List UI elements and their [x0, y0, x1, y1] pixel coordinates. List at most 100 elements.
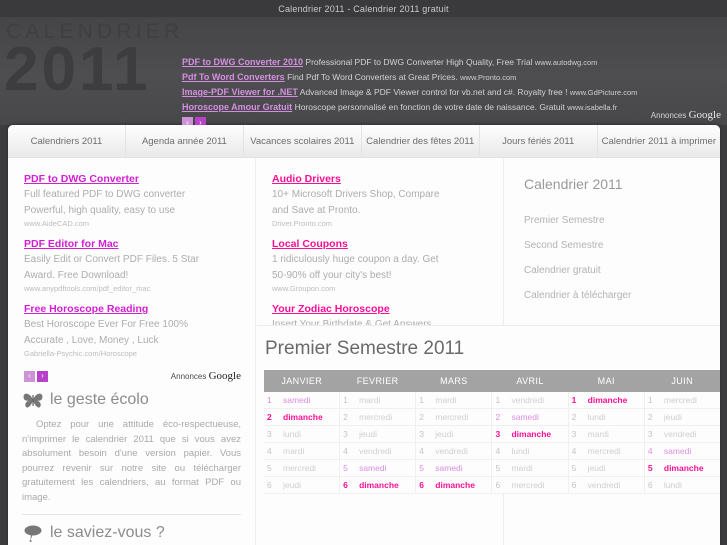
calendar-day-cell: 5 mercredi	[264, 459, 341, 477]
day-name: mercredi	[511, 480, 545, 490]
left-column: PDF to DWG Converter Full featured PDF t…	[8, 158, 256, 545]
day-number: 2	[571, 412, 577, 422]
header-ad-row: Image-PDF Viewer for .NET Advanced Image…	[182, 85, 672, 100]
day-number: 3	[267, 429, 272, 439]
ad-unit: Audio Drivers 10+ Microsoft Drivers Shop…	[272, 171, 491, 230]
header-ad-url: www.autodwg.com	[534, 58, 598, 67]
ad-desc-line: Full featured PDF to DWG converter	[24, 189, 186, 200]
sidebar-link-calendrier-a-telecharger[interactable]: Calendrier à télécharger	[524, 283, 718, 308]
tab-calendrier-2011-a-imprimer[interactable]: Calendrier 2011 à imprimer	[598, 125, 720, 157]
header-ad-title-link[interactable]: Image-PDF Viewer for .NET	[182, 87, 298, 97]
column-header-juin: JUIN	[644, 370, 720, 392]
calendar-day-cell: 3 jeudi	[415, 425, 493, 443]
chevron-left-icon[interactable]: ‹	[182, 117, 193, 125]
day-name: mardi	[587, 429, 609, 439]
calendar-day-cell: 4 samedi	[644, 442, 720, 460]
day-number: 6	[495, 480, 501, 490]
ad-url: www.AideCAD.com	[24, 219, 90, 228]
article-heading: le geste écolo	[22, 388, 241, 412]
annonces-google-label: Annonces Google	[171, 370, 241, 382]
ad-title-link[interactable]: PDF to DWG Converter	[24, 171, 243, 187]
day-number: 2	[267, 412, 272, 422]
sidebar-link-calendrier-gratuit[interactable]: Calendrier gratuit	[524, 258, 718, 283]
tab-jours-feries-2011[interactable]: Jours fériés 2011	[480, 125, 598, 157]
chevron-left-icon[interactable]: ‹	[24, 370, 35, 382]
ad-title-link[interactable]: Your Zodiac Horoscope	[272, 301, 491, 317]
day-name: jeudi	[435, 429, 454, 439]
site-header: CALENDRIER 2011 PDF to DWG Converter 201…	[0, 17, 727, 125]
day-name: mardi	[283, 446, 305, 456]
ad-desc-line: Powerful, high quality, easy to use	[24, 204, 176, 216]
left-ad-block: PDF to DWG Converter Full featured PDF t…	[8, 158, 255, 360]
day-name: jeudi	[359, 429, 378, 439]
calendar-day-cell: 4 mardi	[264, 442, 341, 460]
left-ad-pager: ‹ ›	[24, 370, 48, 382]
header-ad-row: Pdf To Word Converters Find Pdf To Word …	[182, 70, 672, 85]
chevron-right-icon[interactable]: ›	[195, 117, 206, 125]
day-name: dimanche	[359, 480, 399, 490]
ad-desc-line: Easily Edit or Convert PDF Files. 5 Star	[24, 254, 200, 265]
column-header-mai: MAI	[568, 370, 645, 392]
tab-vacances-scolaires-2011[interactable]: Vacances scolaires 2011	[244, 125, 362, 157]
day-number: 3	[419, 429, 424, 439]
calendar-day-cell: 5 jeudi	[568, 459, 645, 477]
chevron-right-icon[interactable]: ›	[37, 370, 48, 382]
google-wordmark: Google	[208, 370, 241, 382]
tab-label: Jours fériés 2011	[502, 135, 575, 147]
ad-url: www.Groupon.com	[272, 284, 336, 293]
header-ad-desc: Find Pdf To Word Converters at Great Pri…	[287, 72, 458, 82]
ad-title-link[interactable]: Local Coupons	[272, 236, 491, 252]
annonces-label: Annonces	[170, 372, 207, 381]
tab-calendrier-des-fetes-2011[interactable]: Calendrier des fêtes 2011	[362, 125, 480, 157]
table-row: 5 mercredi 5 samedi 5 samedi 5 mardi 5 jeudi 5 dima…	[264, 459, 720, 477]
main-navigation-tabs: Calendriers 2011 Agenda année 2011 Vacan…	[8, 125, 720, 158]
calendar-day-cell: 4 vendredi	[339, 442, 417, 460]
day-name: samedi	[283, 395, 311, 405]
site-logo[interactable]: CALENDRIER 2011	[4, 19, 189, 101]
tab-calendriers-2011[interactable]: Calendriers 2011	[8, 125, 126, 157]
semester-calendar-table: JANVIER FEVRIER MARS AVRIL MAI JUIN 1 sam…	[264, 370, 720, 494]
day-name: dimanche	[435, 480, 475, 490]
article-body: Optez pour une attitude éco-respectueuse…	[22, 419, 241, 503]
calendar-section-title: Premier Semestre 2011	[265, 338, 465, 359]
header-ad-title-link[interactable]: Pdf To Word Converters	[182, 72, 285, 82]
ad-title-link[interactable]: Audio Drivers	[272, 171, 491, 187]
ad-title-link[interactable]: Free Horoscope Reading	[24, 301, 243, 317]
table-row: 1 samedi 1 mardi 1 mardi 1 vendredi 1 dimanche 1 me…	[264, 392, 720, 409]
day-number: 1	[647, 395, 653, 405]
header-ad-title-link[interactable]: Horoscope Amour Gratuit	[182, 102, 292, 112]
calendar-day-cell: 6 dimanche	[339, 476, 417, 494]
day-number: 4	[267, 446, 272, 456]
article-heading: le saviez-vous ?	[22, 521, 241, 545]
sidebar-link-second-semestre[interactable]: Second Semestre	[524, 233, 718, 258]
sidebar-link-premier-semestre[interactable]: Premier Semestre	[524, 208, 718, 233]
calendar-day-cell: 3 mardi	[568, 425, 645, 443]
calendar-day-cell: 2 samedi	[491, 408, 569, 426]
tab-label: Calendrier des fêtes 2011	[366, 135, 475, 147]
browser-title-bar: Calendrier 2011 - Calendrier 2011 gratui…	[0, 0, 727, 17]
calendar-day-cell: 3 jeudi	[339, 425, 417, 443]
article-le-saviez-vous: le saviez-vous ? Le calendrier en vigueu…	[8, 515, 255, 545]
calendar-body: 1 samedi 1 mardi 1 mardi 1 vendredi 1 dimanche 1 me…	[264, 392, 720, 494]
ad-desc-line: 10+ Microsoft Drivers Shop, Compare	[272, 189, 440, 200]
tab-label: Calendriers 2011	[30, 135, 103, 147]
ad-title-link[interactable]: PDF Editor for Mac	[24, 236, 243, 252]
day-name: mercredi	[663, 395, 697, 405]
calendar-day-cell: 4 lundi	[491, 442, 569, 460]
speech-bubble-icon	[22, 524, 44, 542]
table-row: 2 dimanche 2 mercredi 2 mercredi 2 samedi 2 lundi…	[264, 408, 720, 426]
header-ad-title-link[interactable]: PDF to DWG Converter 2010	[182, 57, 303, 67]
day-name: vendredi	[663, 429, 697, 439]
calendar-day-cell: 6 lundi	[644, 476, 720, 494]
calendar-day-cell: 1 vendredi	[491, 392, 569, 409]
day-name: samedi	[435, 463, 463, 473]
day-number: 6	[419, 480, 424, 490]
ad-unit: Local Coupons 1 ridiculously huge coupon…	[272, 236, 491, 295]
article-heading-text: le geste écolo	[50, 391, 149, 408]
day-number: 2	[647, 412, 653, 422]
day-name: mardi	[511, 463, 533, 473]
day-number: 5	[495, 463, 501, 473]
content-shell: Calendriers 2011 Agenda année 2011 Vacan…	[8, 125, 720, 545]
tab-agenda-annee-2011[interactable]: Agenda année 2011	[126, 125, 244, 157]
tab-label: Calendrier 2011 à imprimer	[601, 135, 717, 147]
